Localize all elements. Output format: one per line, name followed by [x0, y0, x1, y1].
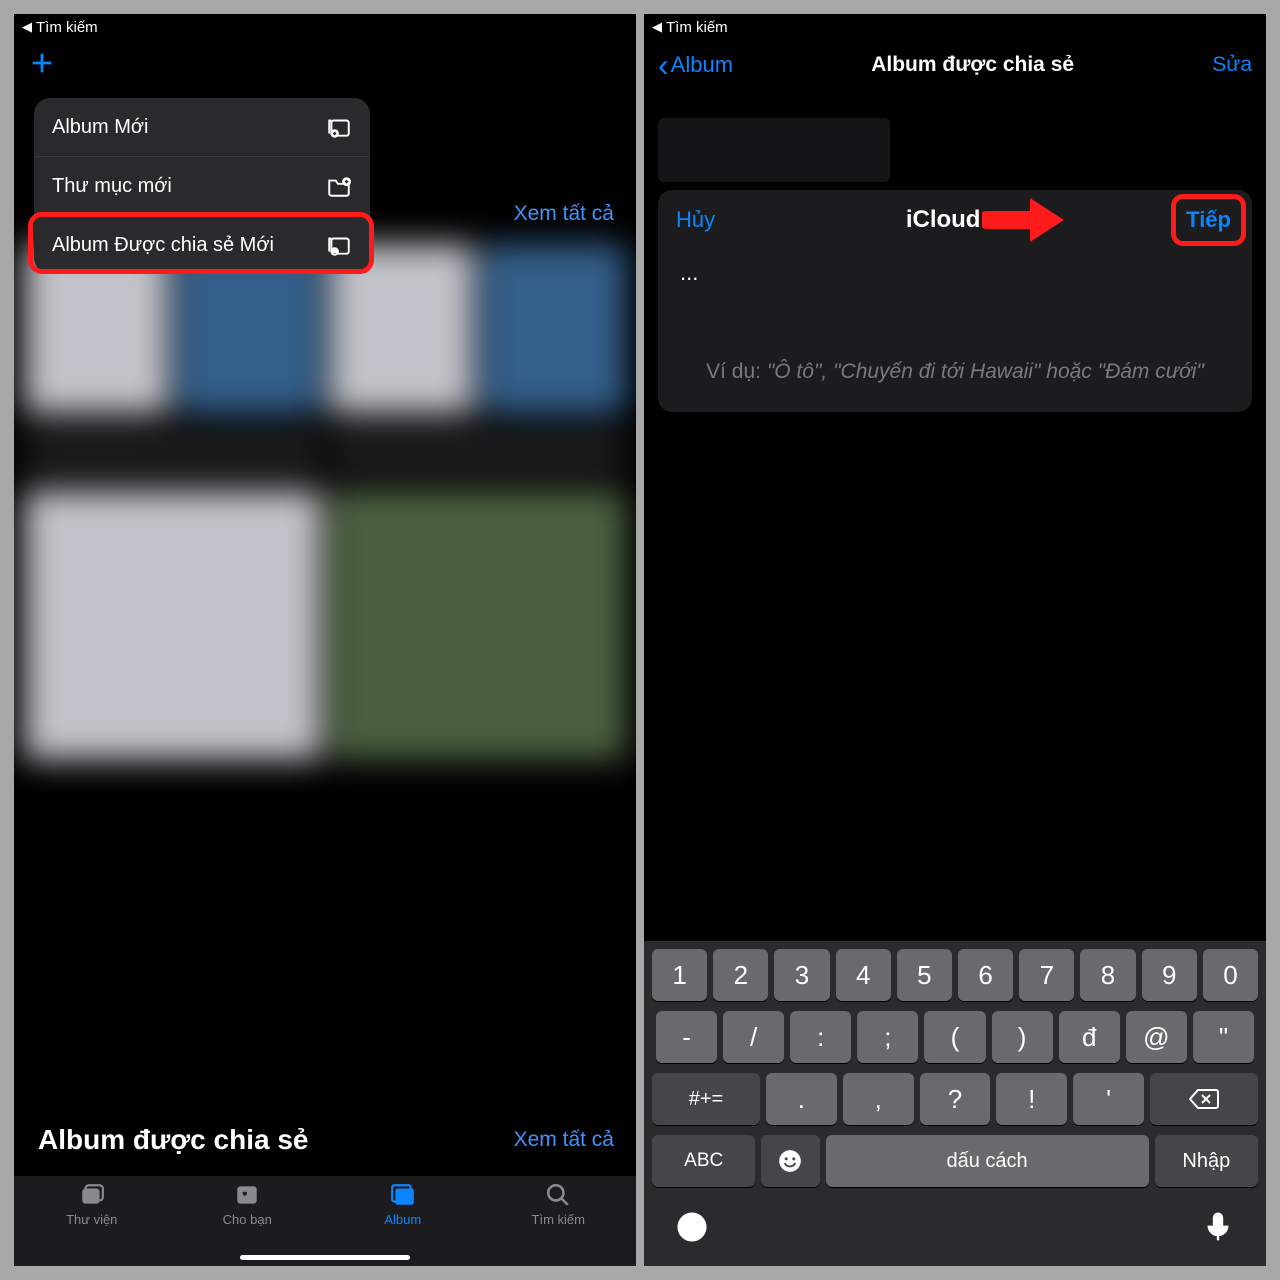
globe-icon[interactable]: [676, 1211, 708, 1248]
key-([interactable]: (: [924, 1011, 985, 1063]
space-key[interactable]: dấu cách: [826, 1135, 1149, 1187]
keyboard-row-4: ABC dấu cách Nhập: [648, 1135, 1262, 1187]
tab-label: Tìm kiếm: [532, 1212, 585, 1227]
tab-label: Album: [384, 1212, 421, 1227]
next-button[interactable]: Tiếp: [1186, 207, 1231, 232]
key-"[interactable]: ": [1193, 1011, 1254, 1063]
tab-label: Cho bạn: [223, 1212, 272, 1227]
icloud-modal: Hủy iCloud Tiếp ... Ví dụ: "Ô tô", "Chuy…: [658, 190, 1252, 412]
key-@[interactable]: @: [1126, 1011, 1187, 1063]
modal-title: iCloud: [906, 206, 981, 234]
nav-back[interactable]: ‹ Album: [658, 52, 733, 78]
keyboard-bottom: [648, 1197, 1262, 1248]
tab-library[interactable]: Thư viện: [14, 1182, 170, 1266]
menu-new-folder[interactable]: Thư mục mới: [34, 157, 370, 216]
abc-key[interactable]: ABC: [652, 1135, 755, 1187]
see-all-link[interactable]: Xem tất cả: [514, 202, 614, 226]
tab-album[interactable]: Album: [325, 1182, 481, 1266]
emoji-key[interactable]: [761, 1135, 819, 1187]
home-indicator[interactable]: [240, 1255, 410, 1260]
menu-new-album[interactable]: Album Mới: [34, 98, 370, 157]
right-phone: ◀ Tìm kiếm ‹ Album Album được chia sẻ Sử…: [644, 14, 1266, 1266]
key-?[interactable]: ?: [920, 1073, 991, 1125]
keyboard-row-3: #+= .,?!': [648, 1073, 1262, 1125]
example-prefix: Ví dụ:: [706, 360, 767, 383]
section-title: Album được chia sẻ: [38, 1124, 308, 1156]
section-see-all[interactable]: Xem tất cả: [514, 1128, 614, 1152]
add-icon[interactable]: [28, 49, 56, 82]
status-back-label[interactable]: Tìm kiếm: [36, 19, 98, 36]
example-hint: Ví dụ: "Ô tô", "Chuyến đi tới Hawaii" ho…: [676, 356, 1234, 388]
tab-search[interactable]: Tìm kiếm: [481, 1182, 637, 1266]
key-:[interactable]: :: [790, 1011, 851, 1063]
key-.[interactable]: .: [766, 1073, 837, 1125]
key-0[interactable]: 0: [1203, 949, 1258, 1001]
key-'[interactable]: ': [1073, 1073, 1144, 1125]
key--[interactable]: -: [656, 1011, 717, 1063]
key-6[interactable]: 6: [958, 949, 1013, 1001]
symbols-key[interactable]: #+=: [652, 1073, 760, 1125]
key-7[interactable]: 7: [1019, 949, 1074, 1001]
key-9[interactable]: 9: [1142, 949, 1197, 1001]
shared-section-header: Album được chia sẻ Xem tất cả: [38, 1124, 614, 1156]
highlight-shared-album-menu: [28, 212, 374, 274]
example-body: "Ô tô", "Chuyến đi tới Hawaii" hoặc "Đám…: [767, 360, 1204, 383]
mic-icon[interactable]: [1202, 1211, 1234, 1248]
key-)[interactable]: ): [992, 1011, 1053, 1063]
left-phone: ◀ Tìm kiếm Xem tất cả Album Mới Thư mục …: [14, 14, 636, 1266]
keyboard: 1234567890 -/:;()đ@" #+= .,?!' ABC dấu c…: [644, 941, 1266, 1266]
key-1[interactable]: 1: [652, 949, 707, 1001]
enter-key[interactable]: Nhập: [1155, 1135, 1258, 1187]
highlight-next-button: Tiếp: [1171, 194, 1246, 246]
nav-title: Album được chia sẻ: [733, 53, 1212, 77]
key-5[interactable]: 5: [897, 949, 952, 1001]
keyboard-row-2: -/:;()đ@": [648, 1011, 1262, 1063]
header: [14, 40, 636, 90]
keyboard-row-1: 1234567890: [648, 949, 1262, 1001]
key-đ[interactable]: đ: [1059, 1011, 1120, 1063]
tab-bar: Thư viện Cho bạn Album Tìm kiếm: [14, 1176, 636, 1266]
menu-label: Album Mới: [52, 116, 148, 139]
album-thumbnail-placeholder: [658, 118, 890, 182]
key-,[interactable]: ,: [843, 1073, 914, 1125]
key-8[interactable]: 8: [1080, 949, 1135, 1001]
nav-edit[interactable]: Sửa: [1212, 53, 1252, 77]
tab-label: Thư viện: [66, 1212, 117, 1227]
album-name-input[interactable]: ...: [676, 260, 1234, 286]
key-2[interactable]: 2: [713, 949, 768, 1001]
nav-back-label: Album: [671, 52, 733, 78]
key-4[interactable]: 4: [836, 949, 891, 1001]
status-bar: ◀ Tìm kiếm: [644, 14, 1266, 40]
back-caret-icon: ◀: [652, 19, 662, 35]
key-![interactable]: !: [996, 1073, 1067, 1125]
back-caret-icon: ◀: [22, 19, 32, 35]
backspace-key[interactable]: [1150, 1073, 1258, 1125]
nav-bar: ‹ Album Album được chia sẻ Sửa: [644, 40, 1266, 90]
status-back-label[interactable]: Tìm kiếm: [666, 19, 728, 36]
folder-add-icon: [326, 173, 352, 199]
tab-for-you[interactable]: Cho bạn: [170, 1182, 326, 1266]
status-bar: ◀ Tìm kiếm: [14, 14, 636, 40]
red-arrow-annotation: [982, 190, 1072, 255]
album-add-icon: [326, 114, 352, 140]
key-/[interactable]: /: [723, 1011, 784, 1063]
key-;[interactable]: ;: [857, 1011, 918, 1063]
cancel-button[interactable]: Hủy: [676, 207, 715, 233]
key-3[interactable]: 3: [774, 949, 829, 1001]
menu-label: Thư mục mới: [52, 175, 172, 198]
